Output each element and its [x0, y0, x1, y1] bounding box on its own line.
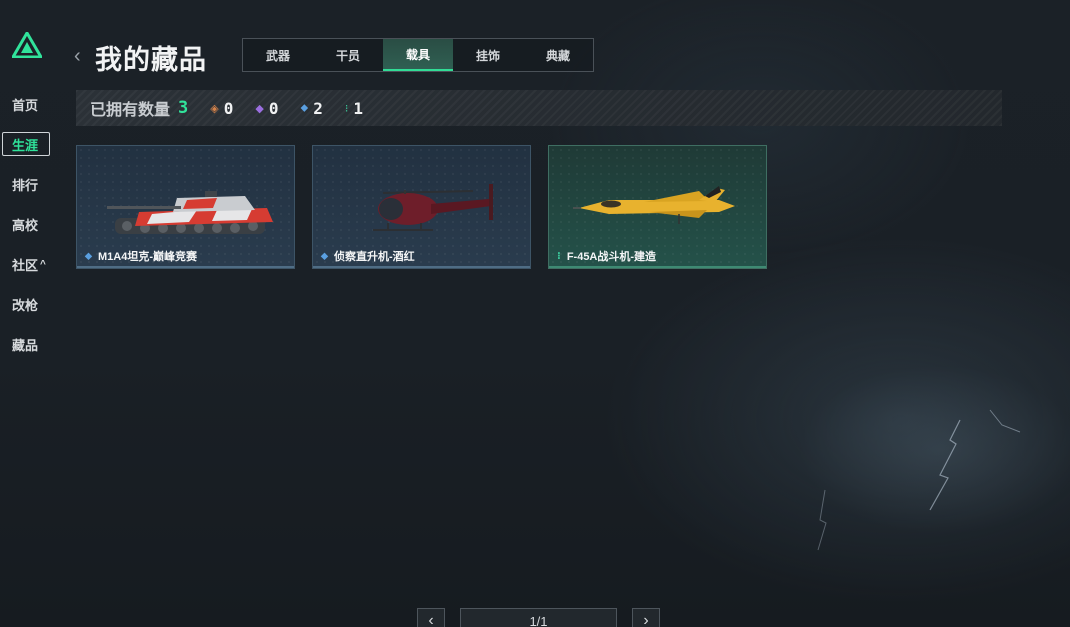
vehicle-card[interactable]: ⬥ 侦察直升机-酒红	[312, 145, 531, 269]
sidebar-item-career[interactable]: 生涯	[2, 132, 50, 156]
sidebar-item-label: 高校	[12, 217, 39, 233]
vehicle-card[interactable]: ⁝ F-45A战斗机-建造	[548, 145, 767, 269]
tab-operators[interactable]: 干员	[313, 39, 383, 71]
sidebar-item-collection[interactable]: 藏品	[4, 332, 48, 356]
back-button[interactable]: ‹	[74, 46, 90, 66]
rarity-count-purple: ◆ 0	[255, 99, 278, 118]
rarity-count-blue: ⬥ 2	[300, 99, 322, 118]
sidebar-item-label: 首页	[12, 97, 39, 113]
vehicle-name: 侦察直升机-酒红	[334, 251, 415, 263]
card-rarity-bar	[549, 266, 766, 268]
purple-diamond-icon: ◆	[255, 102, 264, 115]
vehicle-name: M1A4坦克-巅峰竞赛	[98, 251, 198, 263]
sidebar-item-label: 生涯	[12, 137, 39, 153]
tab-vehicles[interactable]: 载具	[383, 39, 453, 71]
vehicle-name: F-45A战斗机-建造	[566, 251, 657, 263]
sidebar: 首页 生涯 排行 高校 社区 ^ 改枪 藏品	[0, 0, 56, 627]
tab-weapons[interactable]: 武器	[243, 39, 313, 71]
blue-rarity-icon: ⬥	[321, 250, 328, 262]
owned-count-label: 已拥有数量	[90, 102, 171, 119]
vehicle-card-title: ⬥ 侦察直升机-酒红	[321, 248, 415, 264]
helicopter-image	[373, 184, 493, 231]
page-indicator: 1/1	[460, 608, 617, 627]
sidebar-item-home[interactable]: 首页	[4, 92, 48, 116]
tank-image	[107, 191, 273, 234]
owned-count-total: 3	[178, 98, 189, 118]
background-clouds	[740, 360, 1070, 627]
sidebar-item-label: 改枪	[12, 297, 39, 313]
card-rarity-bar	[77, 266, 294, 268]
blue-diamond-icon: ⬥	[300, 101, 309, 114]
blue-rarity-icon: ⬥	[85, 250, 92, 262]
category-tabs: 武器 干员 载具 挂饰 典藏	[242, 38, 594, 72]
green-rarity-icon: ⁝	[557, 250, 561, 262]
next-page-button[interactable]: ›	[632, 608, 660, 627]
sidebar-item-community[interactable]: 社区 ^	[4, 252, 48, 276]
rarity-count-value: 2	[313, 98, 323, 118]
lightning-decoration	[817, 409, 1021, 551]
rarity-count-green: ⁝ 1	[345, 99, 363, 118]
sidebar-item-label: 排行	[12, 177, 39, 193]
vehicle-card[interactable]: ⬥ M1A4坦克-巅峰竞赛	[76, 145, 295, 269]
green-diamond-icon: ⁝	[344, 102, 349, 115]
page-title: 我的藏品	[95, 45, 207, 75]
sidebar-item-ranking[interactable]: 排行	[4, 172, 48, 196]
sidebar-item-label: 社区	[12, 257, 39, 273]
ownership-stats-bar: 已拥有数量 3 ◈ 0 ◆ 0 ⬥ 2 ⁝ 1	[76, 90, 1002, 126]
sidebar-item-gunsmith[interactable]: 改枪	[4, 292, 48, 316]
tab-collectibles[interactable]: 典藏	[523, 39, 593, 71]
rarity-count-orange: ◈ 0	[210, 99, 233, 118]
vehicle-card-title: ⁝ F-45A战斗机-建造	[557, 248, 656, 264]
orange-diamond-icon: ◈	[210, 102, 219, 115]
card-rarity-bar	[313, 266, 530, 268]
sidebar-item-school[interactable]: 高校	[4, 212, 48, 236]
prev-page-button[interactable]: ‹	[417, 608, 445, 627]
sidebar-item-label: 藏品	[12, 337, 39, 353]
jet-image	[573, 186, 735, 224]
chevron-up-icon: ^	[40, 258, 46, 270]
vehicle-card-title: ⬥ M1A4坦克-巅峰竞赛	[85, 248, 197, 264]
tab-charms[interactable]: 挂饰	[453, 39, 523, 71]
rarity-count-value: 0	[268, 98, 279, 118]
rarity-count-value: 1	[353, 98, 363, 118]
app-logo-icon[interactable]	[12, 32, 42, 58]
rarity-count-value: 0	[223, 98, 234, 118]
